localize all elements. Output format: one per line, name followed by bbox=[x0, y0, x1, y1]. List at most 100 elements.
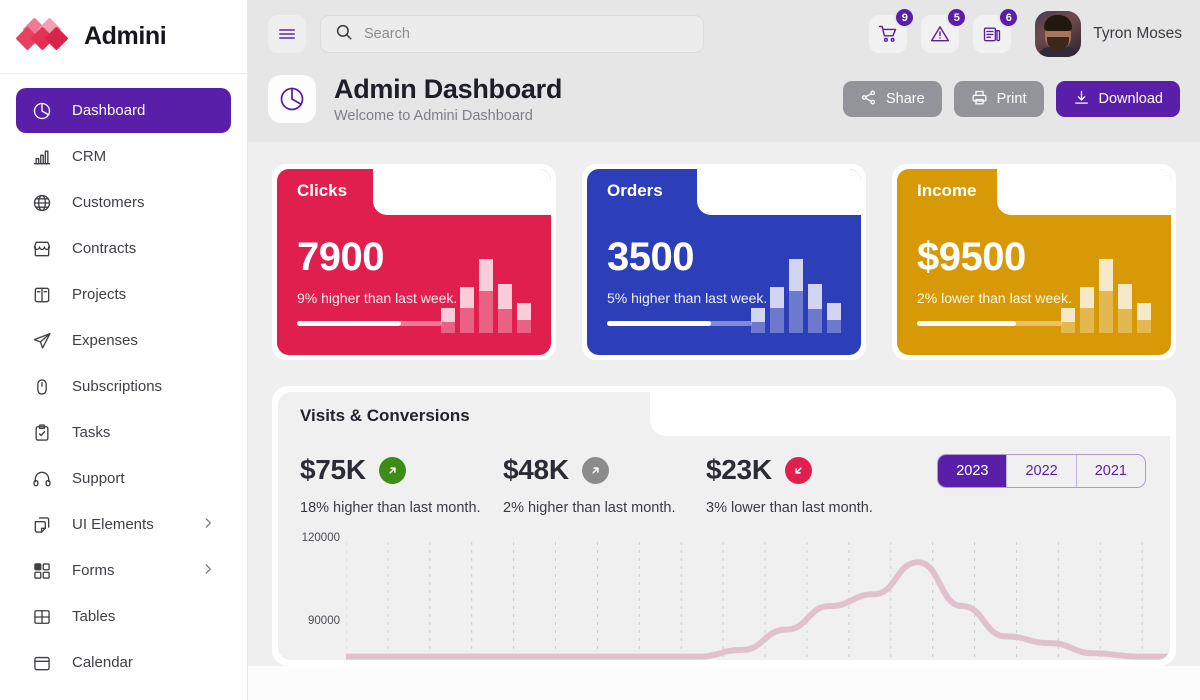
main-area: 9 5 bbox=[248, 0, 1200, 700]
cart-badge: 9 bbox=[894, 7, 916, 28]
year-option-2021[interactable]: 2021 bbox=[1075, 455, 1145, 488]
panel-tab-cut bbox=[650, 392, 1170, 437]
app-root: Admini Dashboard CRM Customers Contracts Pro… bbox=[0, 0, 1200, 700]
arrow-down-left-icon bbox=[784, 456, 812, 484]
copy-icon bbox=[32, 515, 52, 535]
hamburger-icon[interactable] bbox=[268, 15, 306, 53]
kpi-value: $75K bbox=[300, 454, 366, 486]
sidebar-item-label: Tables bbox=[72, 608, 116, 625]
sidebar-item-dashboard[interactable]: Dashboard bbox=[16, 88, 231, 133]
sidebar-item-forms[interactable]: Forms bbox=[16, 548, 231, 593]
share-label: Share bbox=[885, 91, 925, 108]
sidebar-item-subscriptions[interactable]: Subscriptions bbox=[16, 364, 231, 409]
search-input[interactable] bbox=[364, 26, 689, 42]
stat-card-orders: Orders 3500 5% higher than last week. bbox=[582, 164, 866, 361]
arrow-up-right-icon bbox=[581, 456, 609, 484]
sidebar-item-contracts[interactable]: Contracts bbox=[16, 226, 231, 271]
stat-card-income: Income $9500 2% lower than last week. bbox=[892, 164, 1176, 361]
kpi-item: $48K 2% higher than last month. bbox=[503, 454, 706, 516]
card-tab-cut bbox=[997, 169, 1171, 216]
page-actions: Share Print Download bbox=[842, 81, 1180, 118]
sidebar-item-label: Dashboard bbox=[72, 102, 146, 119]
minibar bbox=[441, 307, 455, 334]
visits-panel-wrap: Visits & Conversions $75K 18% higher tha… bbox=[272, 386, 1176, 667]
download-button[interactable]: Download bbox=[1055, 81, 1180, 118]
table-icon bbox=[32, 607, 52, 627]
print-button[interactable]: Print bbox=[953, 81, 1044, 118]
kpi-item: $75K 18% higher than last month. bbox=[300, 454, 503, 516]
content-area: Clicks 7900 9% higher than last week. Order… bbox=[248, 142, 1200, 667]
kpi-item: $23K 3% lower than last month. bbox=[706, 454, 909, 516]
sidebar-item-tasks[interactable]: Tasks bbox=[16, 410, 231, 455]
checkbox-grid-icon bbox=[32, 561, 52, 581]
sidebar-item-customers[interactable]: Customers bbox=[16, 180, 231, 225]
stat-card-body: Clicks 7900 9% higher than last week. bbox=[277, 169, 551, 356]
sidebar-nav: Dashboard CRM Customers Contracts Projects Ex… bbox=[0, 74, 247, 685]
sidebar-item-support[interactable]: Support bbox=[16, 456, 231, 501]
store-icon bbox=[32, 239, 52, 259]
user-name: Tyron Moses bbox=[1093, 25, 1183, 42]
year-option-2022[interactable]: 2022 bbox=[1006, 455, 1075, 488]
stat-card-minibars bbox=[1061, 259, 1151, 334]
stat-card-title: Income bbox=[917, 181, 977, 201]
brand[interactable]: Admini bbox=[0, 0, 247, 74]
notification-group: 9 5 6 bbox=[869, 7, 1020, 53]
sidebar-item-label: CRM bbox=[72, 148, 107, 165]
topbar: 9 5 bbox=[248, 0, 1200, 68]
sidebar-item-tables[interactable]: Tables bbox=[16, 594, 231, 639]
minibar bbox=[789, 259, 803, 334]
news-button[interactable]: 6 bbox=[973, 7, 1020, 53]
minibar bbox=[1137, 303, 1151, 334]
user-menu[interactable]: Tyron Moses bbox=[1035, 11, 1182, 57]
minibar bbox=[770, 287, 784, 334]
sidebar-item-expenses[interactable]: Expenses bbox=[16, 318, 231, 363]
chart-canvas bbox=[346, 542, 1170, 661]
year-option-2023[interactable]: 2023 bbox=[938, 455, 1007, 488]
kpi-note: 3% lower than last month. bbox=[706, 500, 873, 517]
mouse-icon bbox=[32, 377, 52, 397]
send-icon bbox=[32, 331, 52, 351]
pie-chart-icon bbox=[268, 75, 316, 124]
kpi-value: $23K bbox=[706, 454, 772, 486]
share-button[interactable]: Share bbox=[842, 81, 942, 118]
alerts-button[interactable]: 5 bbox=[921, 7, 968, 53]
stat-card-title: Clicks bbox=[297, 181, 348, 201]
share-icon bbox=[860, 89, 877, 110]
sidebar-item-label: Calendar bbox=[72, 654, 133, 671]
visits-conversions-panel: Visits & Conversions $75K 18% higher tha… bbox=[278, 392, 1170, 661]
sidebar-item-calendar[interactable]: Calendar bbox=[16, 640, 231, 685]
sidebar-item-crm[interactable]: CRM bbox=[16, 134, 231, 179]
page-title: Admin Dashboard bbox=[334, 74, 563, 104]
stat-card-progress bbox=[917, 321, 1063, 327]
year-selector[interactable]: 2023 2022 2021 bbox=[937, 454, 1146, 489]
stat-card-body: Orders 3500 5% higher than last week. bbox=[587, 169, 861, 356]
y-tick-120000: 120000 bbox=[301, 532, 340, 545]
cart-button[interactable]: 9 bbox=[869, 7, 916, 53]
sidebar-item-ui-elements[interactable]: UI Elements bbox=[16, 502, 231, 547]
minibar bbox=[1080, 287, 1094, 334]
kpi-value: $48K bbox=[503, 454, 569, 486]
print-label: Print bbox=[996, 91, 1027, 108]
kpi-note: 18% higher than last month. bbox=[300, 500, 481, 517]
top-band: 9 5 bbox=[248, 0, 1200, 143]
sidebar-item-projects[interactable]: Projects bbox=[16, 272, 231, 317]
sidebar-item-label: Forms bbox=[72, 562, 115, 579]
minibar bbox=[479, 259, 493, 334]
avatar bbox=[1035, 11, 1082, 57]
stat-card-minibars bbox=[441, 259, 531, 334]
alerts-badge: 5 bbox=[946, 7, 968, 28]
minibar bbox=[1099, 259, 1113, 334]
layout-icon bbox=[32, 285, 52, 305]
page-header: Admin Dashboard Welcome to Admini Dashbo… bbox=[248, 68, 1200, 124]
globe-icon bbox=[32, 193, 52, 213]
chevron-right-icon bbox=[201, 516, 215, 534]
sidebar-item-label: Customers bbox=[72, 194, 145, 211]
stat-card-progress bbox=[607, 321, 753, 327]
card-tab-cut bbox=[373, 169, 551, 216]
search-icon bbox=[335, 23, 353, 46]
stat-card-clicks: Clicks 7900 9% higher than last week. bbox=[272, 164, 556, 361]
page-title-block: Admin Dashboard Welcome to Admini Dashbo… bbox=[334, 74, 562, 124]
minibar bbox=[498, 284, 512, 334]
minibar bbox=[827, 303, 841, 334]
search-box[interactable] bbox=[320, 15, 704, 53]
